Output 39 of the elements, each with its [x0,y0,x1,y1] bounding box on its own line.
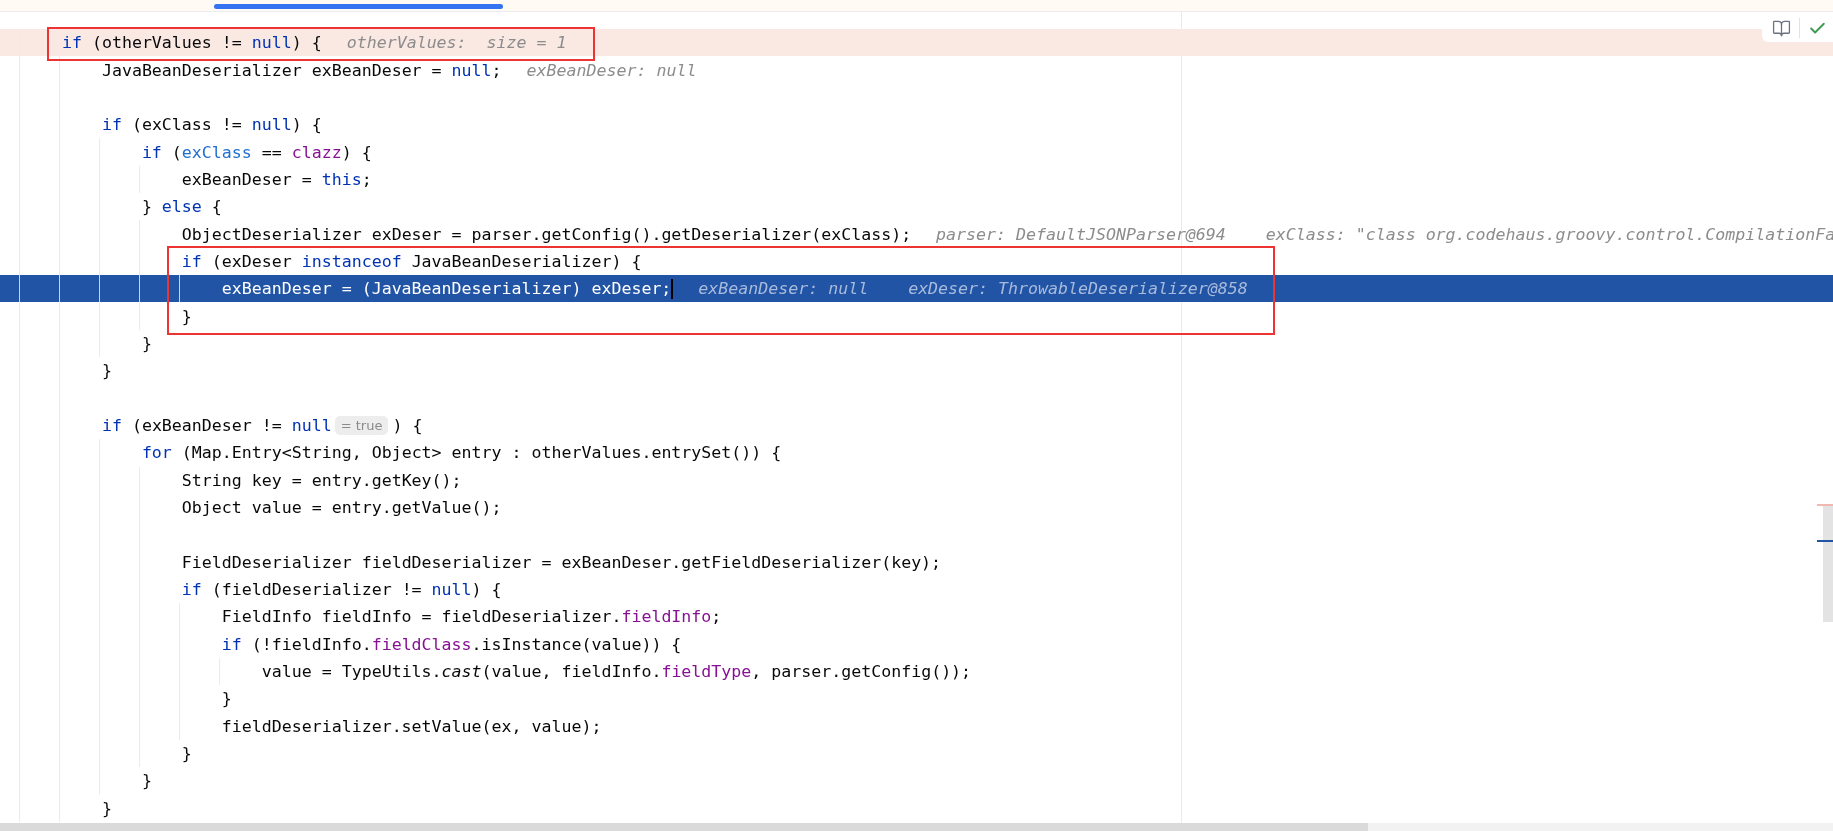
code-line: } else { [141,197,222,217]
code-line: if (!fieldInfo.fieldClass.isInstance(value)) { [221,634,682,654]
code-line: } [221,689,232,709]
debug-value-hint: exBeanDeser: null [698,279,869,299]
indent-guide [178,275,180,303]
code-line: if (exClass != null) { [101,115,322,135]
code-line: String key = entry.getKey(); [181,470,462,490]
code-line: if (exClass == clazz) { [141,142,372,162]
scrollbar-thumb[interactable] [0,823,1368,831]
code-line: fieldDeserializer.setValue(ex, value); [221,716,602,736]
debug-value-hint: otherValues: size = 1 [346,33,567,53]
scroll-marker [1817,504,1833,506]
book-icon[interactable] [1772,18,1791,38]
code-line: } [181,306,192,326]
code-line: } [141,771,152,791]
code-line: } [101,361,112,381]
debug-value-hint: exBeanDeser: null [526,60,697,80]
code-line: Object value = entry.getValue(); [181,498,502,517]
code-line: FieldDeserializer fieldDeserializer = exBeanDeser.getFieldDeserializer(key); [181,552,942,572]
debug-value-hint: exDeser: ThrowableDeserializer@858 [908,279,1248,299]
code-line: } [101,798,112,818]
code-line: if (exDeser instanceof JavaBeanDeserializer) { [181,251,642,271]
inlay-hint: = true [334,416,389,435]
code-line: FieldInfo fieldInfo = fieldDeserializer.fieldInfo; [221,607,722,627]
code-line: ) { [392,416,423,435]
code-line: ObjectDeserializer exDeser = parser.getConfig().getDeserializer(exClass); [181,224,912,244]
code-line: JavaBeanDeserializer exBeanDeser = null; [101,60,502,80]
code-line: if (fieldDeserializer != null) { [181,580,502,600]
code-line: for (Map.Entry<String, Object> entry : otherValues.entrySet()) { [141,443,782,463]
scroll-marker [1817,540,1833,542]
code-line: if (otherValues != null) { [61,33,322,53]
code-line: exBeanDeser = (JavaBeanDeserializer) exDeser; [221,279,672,299]
code-line: exBeanDeser = this; [181,169,372,189]
tab-scroll-thumb[interactable] [214,4,503,9]
code-line: } [181,744,192,764]
code-line: if (exBeanDeser != null [101,416,332,435]
debug-value-hint: parser: DefaultJSONParser@694 [936,224,1226,244]
code-line: } [141,333,152,353]
code-line: value = TypeUtils.cast(value, fieldInfo.fieldType, parser.getConfig()); [261,662,972,682]
